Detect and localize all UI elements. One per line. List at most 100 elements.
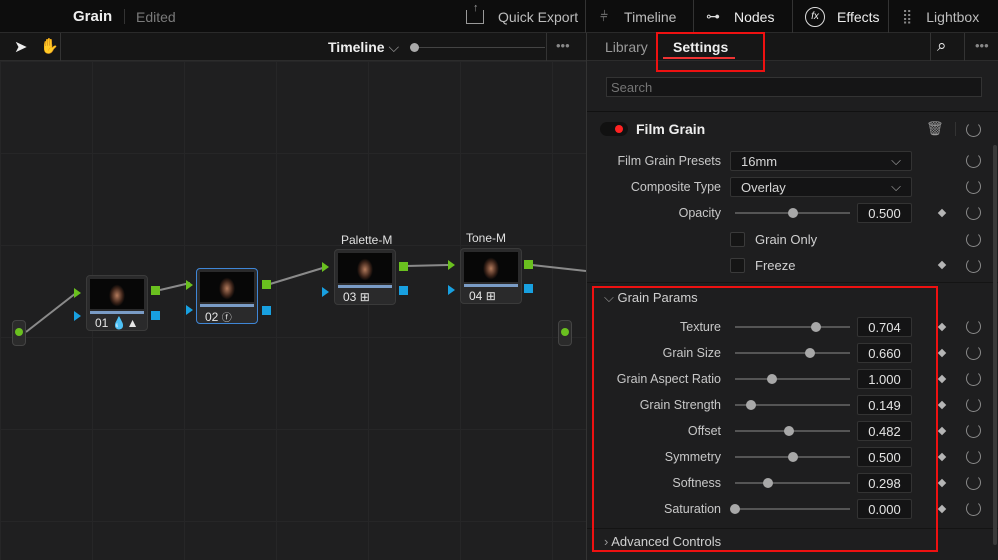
node-editor-toolbar: ➤ ✋ Timeline ⌵ ••• [0,33,586,61]
node-number: 03 [343,290,357,304]
panel-scrollbar[interactable] [993,145,997,545]
reset-icon[interactable] [966,319,981,334]
node-alpha-output[interactable] [151,311,160,320]
divider [587,111,998,112]
connection-line [405,264,449,267]
connection-line [269,266,327,285]
project-title: Grain [73,8,113,25]
divider [546,33,547,61]
node-rgb-input[interactable] [322,262,329,272]
node-thumbnail [90,279,144,309]
node-bar [464,284,518,287]
effect-enable-toggle[interactable] [600,122,628,136]
hand-tool-icon[interactable]: ✋ [40,37,59,55]
timeline-dropdown-label: Timeline [328,39,385,55]
node-graph[interactable]: 01 💧▲ 0102 ⓕ Palette-M 03 ⊞ Tone-M 04 ⊞ [0,61,586,560]
add-keyframe-icon[interactable] [966,122,981,137]
node-title: Tone-M [466,231,507,245]
node-03[interactable]: 03 ⊞ [334,249,396,305]
reset-icon[interactable] [966,345,981,360]
freeze-label: Freeze [755,258,796,273]
reset-icon[interactable] [966,179,981,194]
reset-icon[interactable] [966,153,981,168]
panel-tabs: Library Settings ⌕ ••• [587,33,998,61]
quick-export-button[interactable]: ↑ Quick Export [466,0,578,33]
slider-knob[interactable] [787,208,798,218]
nodes-label: Nodes [734,8,775,25]
node-rgb-input[interactable] [448,260,455,270]
node-alpha-input[interactable] [448,285,455,295]
node-label: 04 ⊞ [469,289,496,303]
reset-icon[interactable] [966,205,981,220]
search-input[interactable] [606,77,982,97]
grain-only-label: Grain Only [755,232,818,247]
reset-icon[interactable] [966,423,981,438]
node-rgb-output[interactable] [524,260,533,269]
node-rgb-input[interactable] [74,288,81,298]
nodes-button[interactable]: ⊶ Nodes [706,0,774,33]
lightbox-icon: ⣿ [902,8,913,24]
node-rgb-output[interactable] [399,262,408,271]
composite-type-label: Composite Type [630,180,721,194]
node-04[interactable]: 04 ⊞ [460,248,522,304]
reset-icon[interactable] [966,371,981,386]
divider [693,0,694,33]
search-icon[interactable]: ⌕ [937,36,947,56]
node-label: 03 ⊞ [343,290,370,304]
node-rgb-input[interactable] [186,280,193,290]
pointer-tool-icon[interactable]: ➤ [14,37,27,57]
input-node[interactable] [12,320,26,346]
grain-only-checkbox[interactable] [730,232,745,247]
connection-line [531,264,586,272]
effects-button[interactable]: fx Effects [805,0,880,33]
timeline-icon: ⫩ [600,8,609,24]
node-alpha-output[interactable] [399,286,408,295]
node-alpha-input[interactable] [186,305,193,315]
color-warper-icon: 💧▲ [111,316,139,330]
presets-dropdown[interactable]: 16mm ⌵ [730,151,912,171]
reset-icon[interactable] [966,232,981,247]
zoom-slider-knob[interactable] [410,43,419,52]
trash-icon[interactable]: 🗑 [926,120,944,137]
node-rgb-output[interactable] [151,286,160,295]
timeline-label: Timeline [624,8,677,25]
reset-icon[interactable] [966,475,981,490]
node-number: 01 [95,316,109,330]
more-options-button[interactable]: ••• [975,38,989,53]
node-alpha-output[interactable] [262,306,271,315]
reset-icon[interactable] [966,501,981,516]
opacity-slider[interactable] [735,208,850,218]
freeze-checkbox[interactable] [730,258,745,273]
node-alpha-output[interactable] [524,284,533,293]
more-options-button[interactable]: ••• [556,38,570,53]
highlight-grain-params [592,286,938,552]
grid-icon: ⊞ [485,289,496,303]
opacity-value[interactable]: 0.500 [857,203,912,223]
node-alpha-input[interactable] [322,287,329,297]
zoom-slider[interactable] [410,43,545,52]
reset-icon[interactable] [966,258,981,273]
reset-icon[interactable] [966,397,981,412]
reset-icon[interactable] [966,449,981,464]
node-alpha-input[interactable] [74,311,81,321]
fx-icon: fx [805,6,825,27]
node-label: 0102 ⓕ [205,309,232,324]
timeline-button[interactable]: ⫩ Timeline [600,0,676,33]
top-bar: Grain Edited ↑ Quick Export ⫩ Timeline ⊶ No… [0,0,998,33]
node-02[interactable]: 0102 ⓕ [196,268,258,324]
timeline-dropdown[interactable]: Timeline ⌵ [328,39,399,56]
lightbox-button[interactable]: ⣿ Lightbox [902,0,979,33]
fx-icon: ⓕ [221,313,232,324]
composite-type-dropdown[interactable]: Overlay ⌵ [730,177,912,197]
chevron-down-icon: ⌵ [891,179,901,194]
tab-library[interactable]: Library [605,39,648,55]
divider [955,122,956,136]
node-label: 01 💧▲ [95,316,139,330]
export-icon: ↑ [466,2,484,24]
divider [585,0,586,33]
node-01[interactable]: 01 💧▲ [86,275,148,331]
node-rgb-output[interactable] [262,280,271,289]
divider [930,33,931,61]
node-bar [90,311,144,314]
output-node[interactable] [558,320,572,346]
